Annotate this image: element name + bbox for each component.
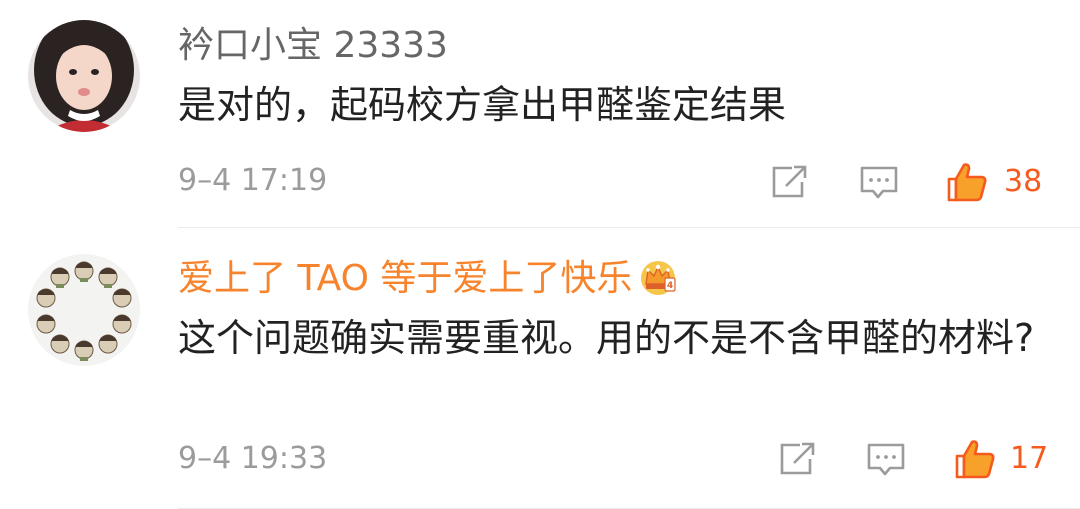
username[interactable]: 爱上了 TAO 等于爱上了快乐 4	[178, 256, 678, 301]
thumbs-up-icon	[955, 440, 995, 479]
share-button[interactable]	[770, 164, 810, 204]
avatar[interactable]	[28, 20, 140, 132]
crown-badge-icon: 4	[638, 256, 678, 296]
share-icon	[772, 165, 807, 198]
username[interactable]: 衿口小宝 23333	[178, 24, 448, 68]
svg-text:4: 4	[667, 281, 673, 291]
reply-button[interactable]	[866, 442, 906, 482]
comment-icon	[867, 443, 905, 476]
reply-button[interactable]	[859, 165, 899, 205]
timestamp: 9–4 17:19	[178, 163, 328, 198]
comment-text: 这个问题确实需要重视。用的不是不含甲醛的材料?	[178, 316, 1035, 360]
like-button[interactable]	[945, 160, 989, 208]
like-button[interactable]	[953, 437, 997, 485]
share-icon	[780, 442, 815, 475]
comment-icon	[860, 166, 898, 199]
username-text[interactable]: 爱上了 TAO 等于爱上了快乐	[178, 258, 632, 299]
comment-item: 爱上了 TAO 等于爱上了快乐 4 这个问题确实需要重视。用的不是不含甲醛的材料…	[0, 228, 1080, 509]
share-button[interactable]	[778, 441, 818, 481]
timestamp: 9–4 19:33	[178, 441, 328, 476]
comment-text: 是对的，起码校方拿出甲醛鉴定结果	[178, 83, 787, 127]
like-count: 17	[1010, 441, 1049, 476]
comment-item: 衿口小宝 23333 是对的，起码校方拿出甲醛鉴定结果 9–4 17:19 38	[0, 0, 1080, 228]
like-count: 38	[1004, 164, 1043, 199]
thumbs-up-icon	[947, 163, 987, 202]
avatar[interactable]	[28, 254, 140, 366]
